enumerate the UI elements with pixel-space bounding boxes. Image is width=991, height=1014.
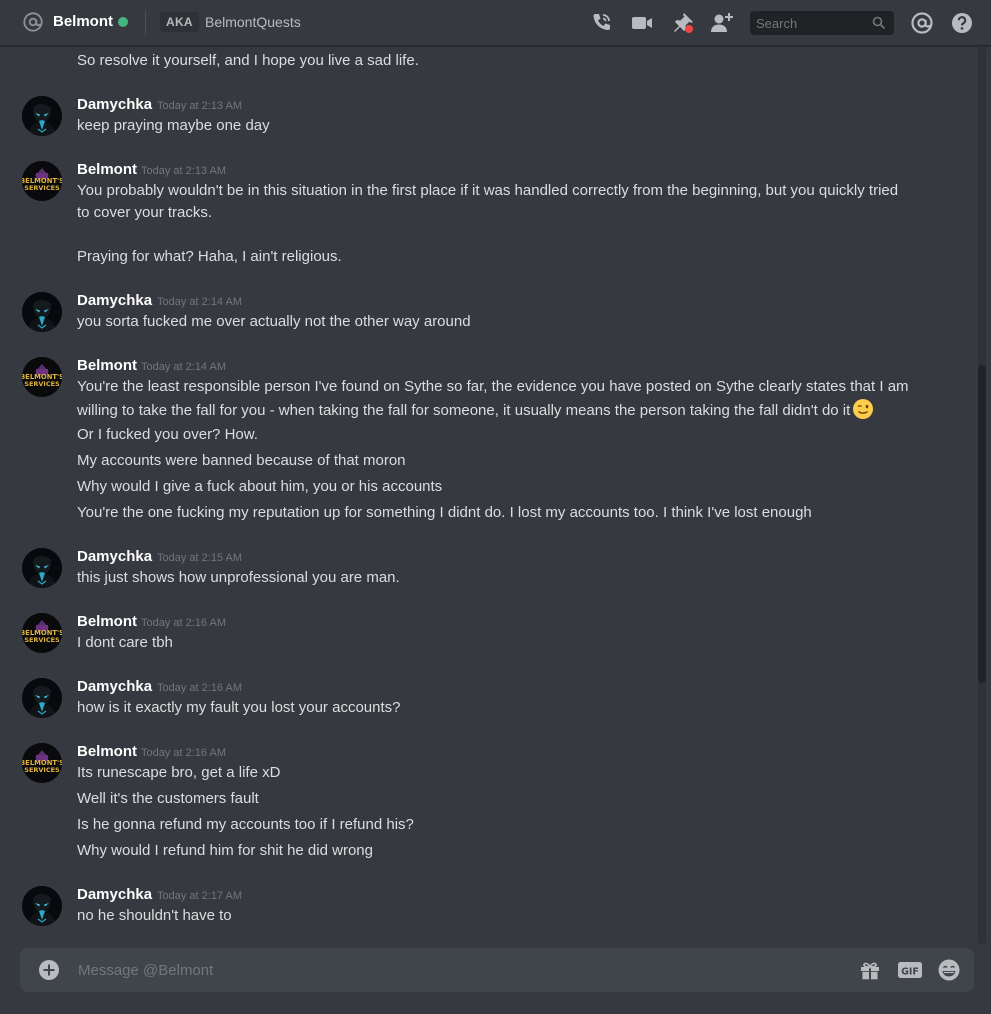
message-text: You're the one fucking my reputation up … bbox=[77, 504, 812, 521]
aka-badge: AKA bbox=[160, 12, 199, 32]
gif-label: GIF bbox=[901, 967, 919, 978]
search-input[interactable] bbox=[750, 11, 870, 35]
message-text: Or I fucked you over? How. bbox=[77, 426, 258, 443]
gift-icon[interactable] bbox=[858, 958, 882, 982]
message-text: My accounts were banned because of that … bbox=[77, 452, 406, 469]
message-text: this just shows how unprofessional you a… bbox=[77, 569, 400, 586]
add-friend-icon[interactable] bbox=[709, 10, 735, 36]
message-text: So resolve it yourself, and I hope you l… bbox=[77, 52, 419, 69]
video-icon[interactable] bbox=[629, 10, 655, 36]
message-text: Its runescape bro, get a life xD bbox=[77, 764, 281, 781]
channel-header: Belmont AKA BelmontQuests bbox=[0, 0, 991, 46]
message-text: Is he gonna refund my accounts too if I … bbox=[77, 816, 414, 833]
message-author[interactable]: Belmont bbox=[77, 743, 137, 761]
avatar[interactable] bbox=[22, 292, 62, 332]
pin-icon[interactable] bbox=[670, 10, 696, 36]
online-status-indicator bbox=[118, 17, 128, 27]
message-timestamp: Today at 2:16 AM bbox=[141, 747, 226, 759]
belmont-avatar-image: BELMONT'S SERVICES bbox=[22, 161, 62, 201]
message-text: no he shouldn't have to bbox=[77, 907, 232, 924]
message-author[interactable]: Belmont bbox=[77, 613, 137, 631]
message-author[interactable]: Damychka bbox=[77, 96, 152, 114]
avatar[interactable]: BELMONT'S SERVICES bbox=[22, 161, 62, 201]
damychka-avatar-image bbox=[22, 292, 62, 332]
message-timestamp: Today at 2:17 AM bbox=[157, 890, 242, 902]
message-author[interactable]: Belmont bbox=[77, 161, 137, 179]
message-text: how is it exactly my fault you lost your… bbox=[77, 699, 401, 716]
message-text: you sorta fucked me over actually not th… bbox=[77, 313, 471, 330]
avatar-logo-text: SERVICES bbox=[24, 184, 60, 192]
call-icon[interactable] bbox=[588, 10, 614, 36]
avatar[interactable] bbox=[22, 548, 62, 588]
search-icon[interactable] bbox=[872, 16, 886, 30]
message-text: Why would I give a fuck about him, you o… bbox=[77, 478, 443, 495]
help-icon[interactable] bbox=[949, 10, 975, 36]
message-text: You're the least responsible person I've… bbox=[77, 376, 912, 422]
message-author[interactable]: Damychka bbox=[77, 886, 152, 904]
add-icon[interactable] bbox=[38, 959, 60, 981]
message-timestamp: Today at 2:13 AM bbox=[141, 165, 226, 177]
message-timestamp: Today at 2:13 AM bbox=[157, 100, 242, 112]
message-input[interactable] bbox=[72, 948, 832, 992]
belmont-avatar-image: BELMONT'S SERVICES bbox=[22, 743, 62, 783]
message-text: You probably wouldn't be in this situati… bbox=[77, 182, 899, 221]
message-text: Well it's the customers fault bbox=[77, 790, 259, 807]
message-author[interactable]: Damychka bbox=[77, 548, 152, 566]
message-author[interactable]: Damychka bbox=[77, 678, 152, 696]
belmont-avatar-image: BELMONT'S SERVICES bbox=[22, 613, 62, 653]
message-timestamp: Today at 2:16 AM bbox=[157, 682, 242, 694]
message-text: Praying for what? Haha, I ain't religiou… bbox=[77, 248, 342, 265]
avatar[interactable] bbox=[22, 886, 62, 926]
emoji-picker-icon[interactable] bbox=[937, 958, 961, 982]
at-icon bbox=[23, 12, 43, 32]
message-list: So resolve it yourself, and I hope you l… bbox=[0, 46, 978, 944]
scrollbar-thumb[interactable] bbox=[978, 365, 986, 683]
avatar-logo-text: SERVICES bbox=[24, 636, 60, 644]
dm-window: Belmont AKA BelmontQuests Search So reso… bbox=[0, 0, 991, 1014]
message-text: Why would I refund him for shit he did w… bbox=[77, 842, 373, 859]
message-text: I dont care tbh bbox=[77, 634, 173, 651]
message-timestamp: Today at 2:14 AM bbox=[141, 361, 226, 373]
gif-icon[interactable]: GIF bbox=[897, 958, 923, 982]
message-composer: GIF bbox=[20, 948, 974, 992]
damychka-avatar-image bbox=[22, 96, 62, 136]
message-timestamp: Today at 2:14 AM bbox=[157, 296, 242, 308]
avatar-logo-text: SERVICES bbox=[24, 380, 60, 388]
header-divider bbox=[145, 11, 146, 35]
damychka-avatar-image bbox=[22, 548, 62, 588]
avatar-logo-text: SERVICES bbox=[24, 766, 60, 774]
avatar[interactable] bbox=[22, 678, 62, 718]
message-text-content: You're the least responsible person I've… bbox=[77, 378, 909, 419]
message-author[interactable]: Damychka bbox=[77, 292, 152, 310]
recipient-nickname: BelmontQuests bbox=[205, 14, 301, 30]
wink-emoji-icon bbox=[853, 399, 874, 419]
avatar[interactable] bbox=[22, 96, 62, 136]
message-author[interactable]: Belmont bbox=[77, 357, 137, 375]
mentions-icon[interactable] bbox=[909, 10, 935, 36]
message-timestamp: Today at 2:15 AM bbox=[157, 552, 242, 564]
avatar[interactable]: BELMONT'S SERVICES bbox=[22, 613, 62, 653]
damychka-avatar-image bbox=[22, 678, 62, 718]
belmont-avatar-image: BELMONT'S SERVICES bbox=[22, 357, 62, 397]
search-box[interactable] bbox=[750, 11, 894, 35]
damychka-avatar-image bbox=[22, 886, 62, 926]
dm-recipient-name: Belmont bbox=[53, 13, 113, 30]
message-timestamp: Today at 2:16 AM bbox=[141, 617, 226, 629]
message-text: keep praying maybe one day bbox=[77, 117, 270, 134]
avatar[interactable]: BELMONT'S SERVICES bbox=[22, 743, 62, 783]
avatar[interactable]: BELMONT'S SERVICES bbox=[22, 357, 62, 397]
